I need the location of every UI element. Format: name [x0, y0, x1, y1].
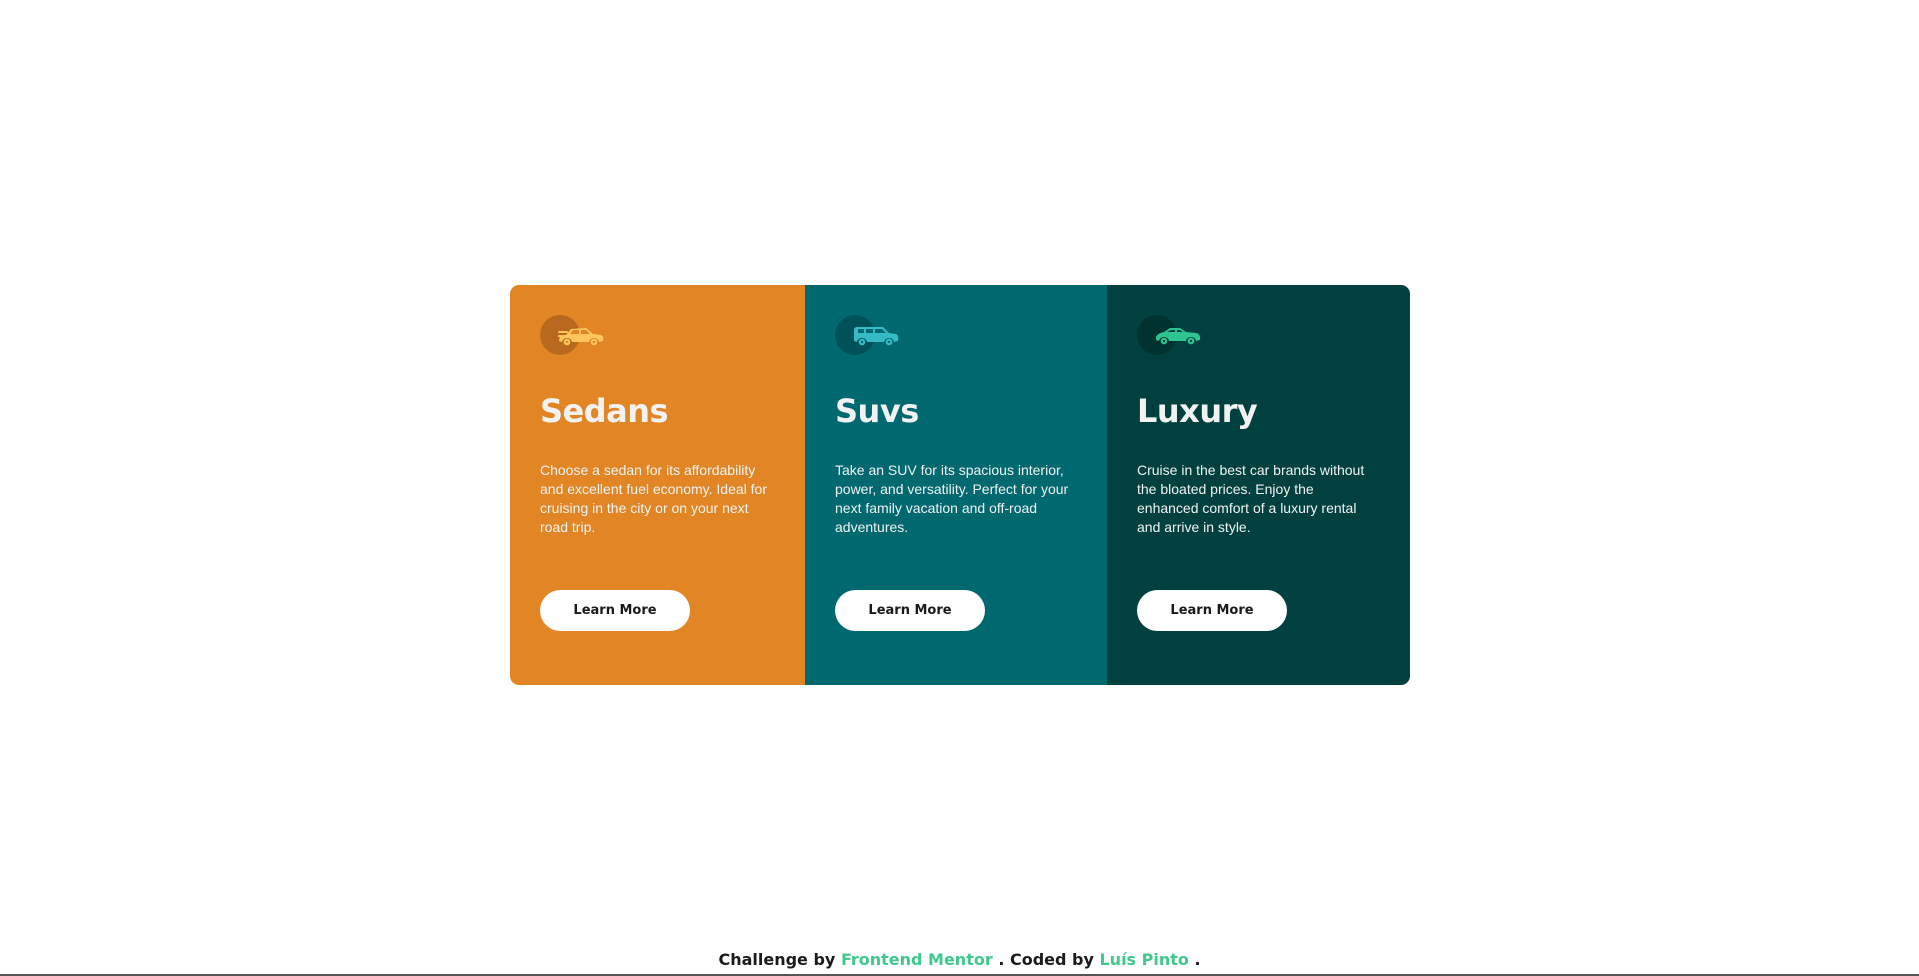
sedan-car-icon-svg	[558, 328, 604, 346]
card-description: Cruise in the best car brands without th…	[1137, 462, 1365, 535]
learn-more-button[interactable]: Learn More	[1137, 590, 1287, 631]
footer-suffix: .	[1194, 950, 1201, 969]
learn-more-button[interactable]: Learn More	[835, 590, 985, 631]
card-luxury: Luxury Cruise in the best car brands wit…	[1107, 285, 1410, 685]
card-sedans: Sedans Choose a sedan for its affordabil…	[510, 285, 805, 685]
luxury-car-icon-svg	[1156, 328, 1201, 345]
card-title: Sedans	[540, 392, 669, 430]
card-title: Luxury	[1137, 392, 1258, 430]
sedan-car-icon	[540, 315, 610, 355]
learn-more-button[interactable]: Learn More	[540, 590, 690, 631]
author-link[interactable]: Luís Pinto	[1099, 950, 1188, 969]
card-suvs: Suvs Take an SUV for its spacious interi…	[805, 285, 1107, 685]
card-container: Sedans Choose a sedan for its affordabil…	[510, 285, 1410, 685]
page: Sedans Choose a sedan for its affordabil…	[0, 0, 1919, 976]
card-description: Take an SUV for its spacious interior, p…	[835, 462, 1069, 535]
suv-car-icon	[835, 315, 905, 355]
footer-prefix: Challenge by	[718, 950, 836, 969]
luxury-car-icon	[1137, 315, 1207, 355]
attribution-footer: Challenge by Frontend Mentor . Coded by …	[0, 950, 1919, 969]
card-title: Suvs	[835, 392, 919, 430]
suv-car-icon-svg	[854, 327, 899, 346]
frontend-mentor-link[interactable]: Frontend Mentor	[841, 950, 993, 969]
card-description: Choose a sedan for its affordability and…	[540, 462, 767, 535]
footer-middle: . Coded by	[998, 950, 1094, 969]
